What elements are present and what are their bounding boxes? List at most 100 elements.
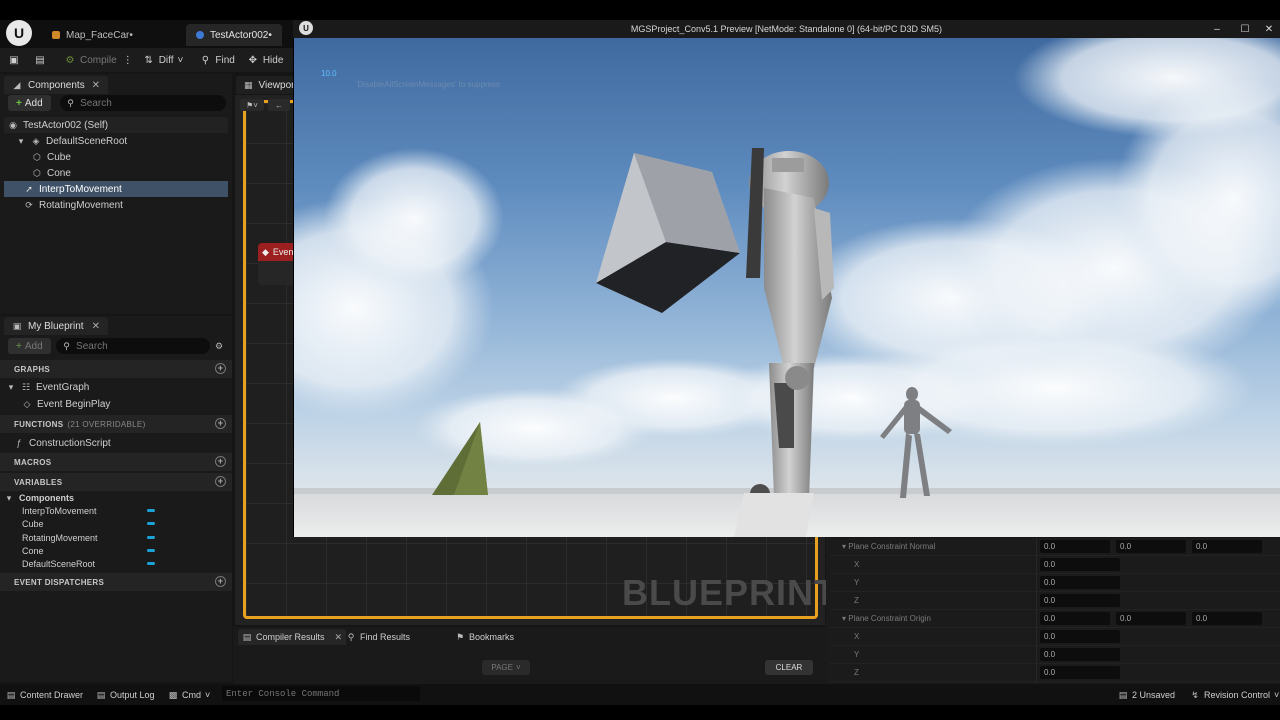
close-icon[interactable]: ✕: [92, 80, 100, 91]
add-macro-icon[interactable]: +: [215, 456, 226, 467]
add-function-icon[interactable]: +: [215, 418, 226, 429]
tab-map-facecar[interactable]: Map_FaceCar•: [42, 24, 143, 46]
my-blueprint-search-input[interactable]: [76, 340, 210, 352]
search-icon: ⚲: [347, 631, 355, 642]
variable-row[interactable]: Cube: [22, 517, 157, 530]
expand-arrow-icon[interactable]: ▾: [4, 493, 14, 503]
property-row-origin-x[interactable]: X 0.0: [830, 628, 1280, 646]
graph-bookmark-button[interactable]: ⚑˅: [240, 99, 264, 111]
section-variables[interactable]: VARIABLES +: [0, 473, 232, 491]
page-label: PAGE: [491, 663, 513, 672]
console-input[interactable]: [226, 688, 420, 699]
tree-item-event-beginplay[interactable]: ◇ Event BeginPlay: [22, 396, 111, 412]
event-beginplay-node[interactable]: ◆ Even: [258, 243, 294, 261]
cmd-dropdown[interactable]: ▩ Cmd ˅: [168, 688, 211, 702]
value-field[interactable]: 0.0: [1040, 558, 1120, 571]
terminal-icon: ▩: [168, 689, 178, 700]
tree-item-cone[interactable]: ⬡ Cone: [4, 165, 228, 181]
variable-row[interactable]: Cone: [22, 544, 157, 557]
tab-compiler-results[interactable]: ▤ Compiler Results ✕: [238, 629, 347, 645]
tab-viewport[interactable]: ▦ Viewport: [236, 76, 297, 94]
property-row-plane-constraint-origin[interactable]: ▾ Plane Constraint Origin 0.0 0.0 0.0: [830, 610, 1280, 628]
origin-z-field[interactable]: 0.0: [1192, 612, 1262, 625]
tree-item-defaultsceneroot[interactable]: ▾ ◈ DefaultSceneRoot: [4, 133, 228, 149]
tab-bookmarks[interactable]: ⚑ Bookmarks: [455, 629, 514, 645]
diff-button[interactable]: ⇅ Diff ˅: [143, 54, 183, 66]
tab-components[interactable]: ◢ Components ✕: [4, 76, 108, 94]
preview-title-bar[interactable]: MGSProject_Conv5.1 Preview [NetMode: Sta…: [293, 20, 1280, 38]
tab-my-blueprint[interactable]: ▣ My Blueprint ✕: [4, 317, 108, 335]
normal-x-field[interactable]: 0.0: [1040, 540, 1110, 553]
tree-item-rotatingmovement[interactable]: ⟳ RotatingMovement: [4, 197, 228, 213]
tree-item-self[interactable]: ◉ TestActor002 (Self): [4, 117, 228, 133]
tree-item-interptomovement[interactable]: ➚ InterpToMovement: [4, 181, 228, 197]
graph-back-button[interactable]: ←: [268, 99, 290, 111]
minimize-button[interactable]: –: [1206, 20, 1228, 38]
value-field[interactable]: 0.0: [1040, 630, 1120, 643]
components-search[interactable]: ⚲: [60, 95, 226, 111]
property-row-origin-z[interactable]: Z 0.0: [830, 664, 1280, 682]
property-row-origin-y[interactable]: Y 0.0: [830, 646, 1280, 664]
add-member-button[interactable]: + Add: [8, 338, 51, 354]
expand-arrow-icon[interactable]: ▾: [6, 382, 16, 392]
origin-y-field[interactable]: 0.0: [1116, 612, 1186, 625]
origin-x-field[interactable]: 0.0: [1040, 612, 1110, 625]
normal-z-field[interactable]: 0.0: [1192, 540, 1262, 553]
tree-item-eventgraph[interactable]: ▾ ☷ EventGraph: [6, 379, 90, 395]
game-viewport[interactable]: [294, 38, 1280, 537]
variable-row[interactable]: DefaultSceneRoot: [22, 557, 157, 570]
actor-icon: ◉: [9, 119, 17, 130]
value-field[interactable]: 0.0: [1040, 594, 1120, 607]
clear-button[interactable]: CLEAR: [765, 660, 813, 675]
property-row-plane-constraint-normal[interactable]: ▾ Plane Constraint Normal 0.0 0.0 0.0: [830, 538, 1280, 556]
value-field[interactable]: 0.0: [1040, 648, 1120, 661]
content-drawer-button[interactable]: ▤ Content Drawer: [6, 688, 83, 702]
tree-item-constructionscript[interactable]: ƒ ConstructionScript: [14, 435, 110, 451]
section-graphs[interactable]: GRAPHS +: [0, 360, 232, 378]
property-row-normal-y[interactable]: Y 0.0: [830, 574, 1280, 592]
maximize-button[interactable]: ☐: [1234, 20, 1256, 38]
tab-find-results[interactable]: ⚲ Find Results: [346, 629, 410, 645]
my-blueprint-search[interactable]: ⚲: [56, 338, 210, 354]
save-button[interactable]: ▣: [8, 54, 20, 66]
gear-icon[interactable]: ⚙: [214, 341, 224, 351]
add-component-button[interactable]: + Add: [8, 95, 51, 111]
close-icon[interactable]: ✕: [92, 321, 100, 332]
section-functions[interactable]: FUNCTIONS (21 OVERRIDABLE) +: [0, 415, 232, 433]
hide-button[interactable]: ✥ Hide: [247, 54, 284, 66]
add-variable-icon[interactable]: +: [215, 476, 226, 487]
compile-options-button[interactable]: ⋮: [123, 55, 133, 66]
output-log-button[interactable]: ▤ Output Log: [96, 688, 155, 702]
add-graph-icon[interactable]: +: [215, 363, 226, 374]
unreal-logo[interactable]: U: [6, 20, 32, 46]
normal-y-field[interactable]: 0.0: [1116, 540, 1186, 553]
value-field[interactable]: 0.0: [1040, 666, 1120, 679]
value-field[interactable]: 0.0: [1040, 576, 1120, 589]
functions-count: (21 OVERRIDABLE): [67, 419, 146, 429]
variable-row[interactable]: RotatingMovement: [22, 531, 157, 544]
property-row-normal-x[interactable]: X 0.0: [830, 556, 1280, 574]
content-drawer-icon: ▤: [6, 689, 16, 700]
revision-control-button[interactable]: ↯ Revision Control ˅: [1190, 688, 1279, 702]
browse-button[interactable]: ▤: [34, 54, 46, 66]
components-search-input[interactable]: [80, 97, 226, 109]
console-command-field[interactable]: [222, 686, 420, 701]
unsaved-button[interactable]: ▤ 2 Unsaved: [1118, 688, 1175, 702]
property-row-normal-z[interactable]: Z 0.0: [830, 592, 1280, 610]
page-dropdown[interactable]: PAGE ˅: [482, 660, 530, 675]
close-button[interactable]: ✕: [1258, 20, 1280, 38]
tab-testactor002[interactable]: TestActor002•: [186, 24, 282, 46]
section-event-dispatchers[interactable]: EVENT DISPATCHERS +: [0, 573, 232, 591]
expand-arrow-icon[interactable]: ▾: [842, 614, 846, 623]
cube-mesh: [596, 153, 740, 313]
tree-item-cube[interactable]: ⬡ Cube: [4, 149, 228, 165]
expand-arrow-icon[interactable]: ▾: [842, 542, 846, 551]
section-macros[interactable]: MACROS +: [0, 453, 232, 471]
close-icon[interactable]: ✕: [335, 632, 343, 643]
variable-row[interactable]: InterpToMovement: [22, 504, 157, 517]
compile-button[interactable]: ⚙ Compile: [64, 54, 117, 66]
unreal-logo: U: [299, 21, 313, 35]
find-button[interactable]: ⚲ Find: [199, 54, 235, 66]
expand-arrow-icon[interactable]: ▾: [16, 136, 26, 146]
add-dispatcher-icon[interactable]: +: [215, 576, 226, 587]
